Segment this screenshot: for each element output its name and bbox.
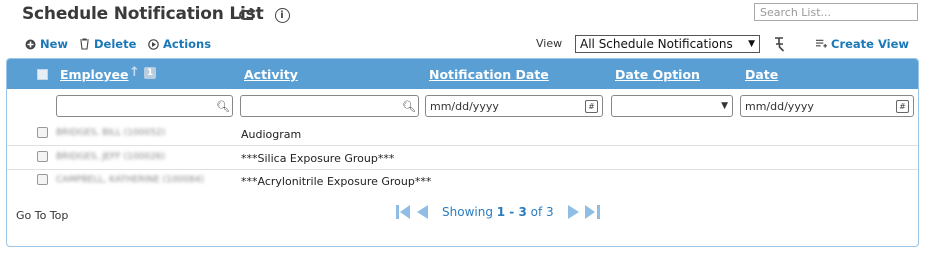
new-label: New xyxy=(40,37,69,51)
employee-cell: CAMPBELL, KATHERINE (100084) xyxy=(56,175,204,185)
next-page-icon[interactable] xyxy=(567,204,579,220)
page-title: Schedule Notification List xyxy=(22,4,264,24)
search-input[interactable] xyxy=(754,3,918,21)
delete-label: Delete xyxy=(94,37,137,51)
col-activity[interactable]: Activity xyxy=(244,67,298,82)
dropdown-arrow-icon: ▼ xyxy=(748,39,755,49)
notification-date-placeholder: mm/dd/yyyy xyxy=(430,99,499,113)
activity-filter[interactable]: 🔍︎ xyxy=(240,95,419,117)
table-row[interactable]: BRIDGES, BILL (100052) Audiogram xyxy=(7,123,918,146)
activity-cell: Audiogram xyxy=(241,128,302,141)
actions-label: Actions xyxy=(163,37,212,51)
activity-cell: ***Acrylonitrile Exposure Group*** xyxy=(241,175,432,188)
new-button[interactable]: New xyxy=(25,37,68,51)
showing-of: of xyxy=(530,205,543,219)
showing-prefix: Showing xyxy=(442,205,493,219)
pagination-status: Showing 1 - 3 of 3 xyxy=(442,205,554,219)
info-icon[interactable]: i xyxy=(272,6,292,24)
calendar-icon[interactable]: # xyxy=(585,99,598,113)
employee-cell: BRIDGES, BILL (100052) xyxy=(56,128,166,138)
binoculars-icon[interactable]: 🔍︎ xyxy=(216,100,230,113)
notification-date-filter[interactable]: mm/dd/yyyy # xyxy=(425,95,603,117)
view-select[interactable]: All Schedule Notifications ▼ xyxy=(575,35,760,53)
showing-range: 1 - 3 xyxy=(496,205,527,219)
pin-icon[interactable] xyxy=(772,36,788,52)
showing-total: 3 xyxy=(546,205,554,219)
prev-page-icon[interactable] xyxy=(417,204,428,220)
activity-cell: ***Silica Exposure Group*** xyxy=(241,152,395,165)
col-date-option[interactable]: Date Option xyxy=(615,67,700,82)
trash-icon xyxy=(79,38,90,50)
col-employee[interactable]: Employee xyxy=(60,67,129,82)
table-row[interactable]: CAMPBELL, KATHERINE (100084) ***Acryloni… xyxy=(7,170,918,193)
employee-cell: BRIDGES, JEFF (100026) xyxy=(56,152,166,162)
binoculars-icon[interactable]: 🔍︎ xyxy=(402,100,416,113)
last-page-icon[interactable] xyxy=(584,204,600,220)
date-option-filter[interactable]: ▼ xyxy=(611,95,733,117)
row-checkbox[interactable] xyxy=(37,151,48,162)
col-date[interactable]: Date xyxy=(745,67,778,82)
delete-button[interactable]: Delete xyxy=(79,37,136,51)
table-row[interactable]: BRIDGES, JEFF (100026) ***Silica Exposur… xyxy=(7,147,918,170)
create-view-button[interactable]: Create View xyxy=(816,37,909,51)
date-placeholder: mm/dd/yyyy xyxy=(745,99,814,113)
return-icon[interactable] xyxy=(238,6,258,24)
play-circle-icon xyxy=(148,38,159,50)
actions-button[interactable]: Actions xyxy=(148,37,211,51)
view-label: View xyxy=(536,37,563,50)
select-all-checkbox[interactable] xyxy=(37,69,48,80)
first-page-icon[interactable] xyxy=(396,204,411,220)
date-filter[interactable]: mm/dd/yyyy # xyxy=(740,95,914,117)
row-checkbox[interactable] xyxy=(37,174,48,185)
create-view-label: Create View xyxy=(831,37,910,51)
row-checkbox[interactable] xyxy=(37,127,48,138)
dropdown-arrow-icon: ▼ xyxy=(721,101,728,111)
grid-header: Employee ↑ 1 Activity Notification Date … xyxy=(7,59,918,89)
plus-circle-icon xyxy=(25,39,36,50)
employee-filter[interactable]: 🔍︎ xyxy=(56,95,233,117)
grid-panel: Employee ↑ 1 Activity Notification Date … xyxy=(6,58,919,247)
calendar-icon[interactable]: # xyxy=(896,99,909,113)
list-add-icon xyxy=(816,39,827,50)
view-select-value: All Schedule Notifications xyxy=(580,37,733,51)
pager: Showing 1 - 3 of 3 xyxy=(396,203,600,221)
sort-up-icon: ↑ xyxy=(129,65,140,80)
col-notification-date[interactable]: Notification Date xyxy=(429,67,549,82)
sort-order-badge: 1 xyxy=(144,67,156,79)
go-to-top-link[interactable]: Go To Top xyxy=(16,209,68,222)
